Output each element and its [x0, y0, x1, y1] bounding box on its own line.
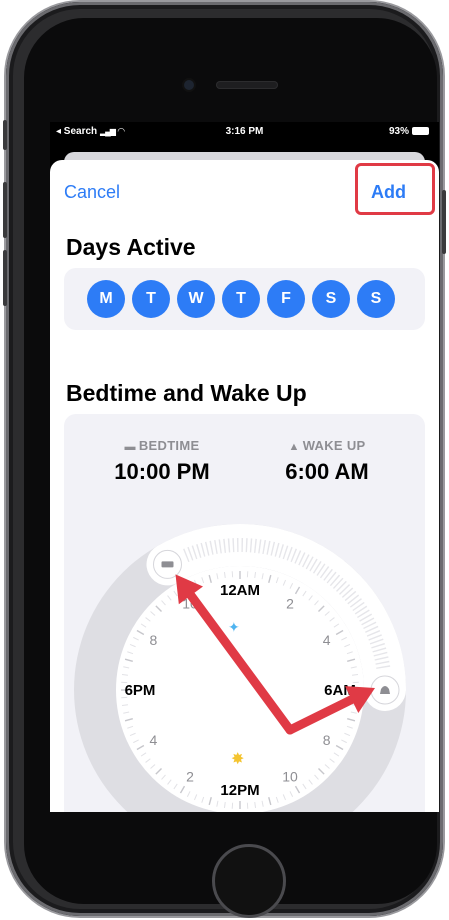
- clock-number: 12PM: [220, 782, 259, 799]
- day-saturday-toggle[interactable]: S: [312, 280, 350, 318]
- clock-number: 8: [323, 732, 331, 748]
- day-friday-toggle[interactable]: F: [267, 280, 305, 318]
- cancel-button[interactable]: Cancel: [64, 182, 120, 203]
- day-sunday-toggle[interactable]: S: [357, 280, 395, 318]
- clock-number: 4: [149, 732, 157, 748]
- mute-switch: [3, 120, 7, 150]
- sleep-clock[interactable]: 12AM 2 4 6AM 8 10 12PM 2 4 6PM 8 10 ✦ ✸: [64, 414, 425, 812]
- clock-number: 4: [323, 632, 331, 648]
- day-monday-toggle[interactable]: M: [87, 280, 125, 318]
- bed-handle-icon: [161, 561, 174, 568]
- clock-number: 8: [149, 632, 157, 648]
- bedtime-handle[interactable]: [153, 549, 182, 579]
- front-camera: [184, 80, 194, 90]
- battery-percent: 93%: [388, 126, 409, 137]
- days-active-heading: Days Active: [66, 234, 196, 260]
- sparkle-icon: ✦: [228, 620, 240, 636]
- add-highlight-box: [355, 163, 435, 215]
- power-button: [442, 190, 446, 254]
- volume-down-button: [3, 250, 7, 306]
- status-bar: ◂ Search ▂▄▆ ◠ 3:16 PM 93%: [50, 122, 439, 142]
- bedtime-wake-heading: Bedtime and Wake Up: [66, 380, 307, 406]
- earpiece-speaker: [216, 81, 278, 89]
- home-button[interactable]: [212, 844, 286, 918]
- day-thursday-toggle[interactable]: T: [222, 280, 260, 318]
- clock-number: 6AM: [324, 682, 356, 699]
- wake-handle[interactable]: [370, 675, 400, 705]
- status-time: 3:16 PM: [225, 126, 264, 137]
- sun-icon: ✸: [231, 749, 244, 768]
- days-active-panel: M T W T F S S: [64, 268, 425, 330]
- clock-number: 2: [186, 769, 194, 785]
- iphone-frame: ◂ Search ▂▄▆ ◠ 3:16 PM 93% Cancel Add Da…: [3, 2, 446, 918]
- clock-number: 2: [286, 595, 294, 611]
- clock-number: 12AM: [220, 582, 260, 599]
- volume-up-button: [3, 182, 7, 238]
- clock-number: 10: [182, 595, 198, 611]
- battery-status: 93%: [389, 126, 429, 137]
- sleep-schedule-sheet: Cancel Add Days Active M T W T F S S Bed…: [50, 160, 439, 812]
- clock-number: 6PM: [125, 682, 156, 699]
- day-tuesday-toggle[interactable]: T: [132, 280, 170, 318]
- clock-number: 10: [282, 769, 298, 785]
- bedtime-wake-panel: ▬ BEDTIME 10:00 PM ▲ WAKE UP 6:00 AM 12AM 2…: [64, 414, 425, 812]
- screen: ◂ Search ▂▄▆ ◠ 3:16 PM 93% Cancel Add Da…: [50, 122, 439, 812]
- battery-icon: [412, 127, 429, 135]
- day-wednesday-toggle[interactable]: W: [177, 280, 215, 318]
